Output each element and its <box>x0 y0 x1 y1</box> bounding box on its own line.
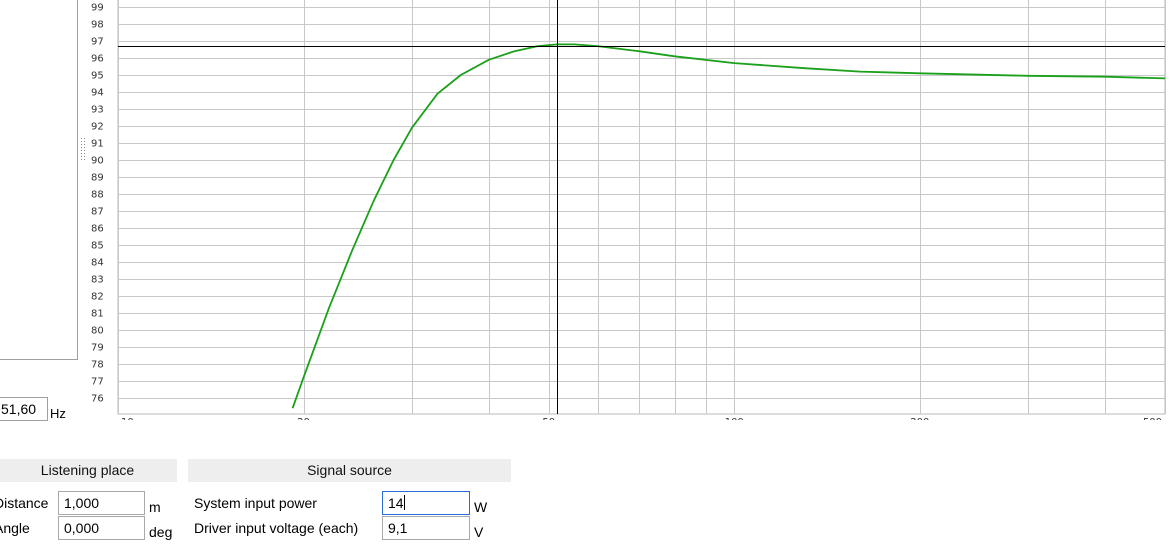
splitter-dot <box>81 156 82 157</box>
splitter-dot <box>84 144 85 145</box>
y-tick-label: 76 <box>91 394 104 405</box>
cursor-frequency-unit: Hz <box>50 406 66 421</box>
y-tick-label: 80 <box>91 326 104 337</box>
splitter-dot <box>81 141 82 142</box>
splitter-dot <box>81 147 82 148</box>
y-tick-label: 78 <box>91 360 104 371</box>
cursor-frequency-field[interactable]: 51,60 <box>0 397 48 421</box>
listening-place-header: Listening place <box>0 459 177 482</box>
plot-frame <box>117 0 1166 415</box>
system-input-power-field[interactable]: 14 <box>382 491 470 515</box>
x-tick-label: 500 <box>1143 417 1162 420</box>
distance-unit: m <box>149 499 161 515</box>
y-tick-label: 88 <box>91 190 104 201</box>
y-tick-label: 98 <box>91 20 104 31</box>
spl-curve <box>291 43 1166 409</box>
x-tick-label: 100 <box>725 417 744 420</box>
x-tick-label: 50 <box>542 417 555 420</box>
y-tick-label: 90 <box>91 156 104 167</box>
driver-input-voltage-unit: V <box>474 524 484 540</box>
y-tick-label: 83 <box>91 275 104 286</box>
angle-label: Angle <box>0 520 30 536</box>
y-tick-label: 81 <box>91 309 104 320</box>
splitter-dot <box>81 138 82 139</box>
y-tick-label: 91 <box>91 139 104 150</box>
splitter-dot <box>84 153 85 154</box>
y-tick-label: 89 <box>91 173 104 184</box>
splitter-dot <box>84 147 85 148</box>
system-input-power-label: System input power <box>194 495 317 511</box>
splitter-dot <box>81 144 82 145</box>
splitter-dots <box>81 138 85 160</box>
angle-field[interactable]: 0,000 <box>58 516 145 540</box>
splitter-dot <box>84 159 85 160</box>
distance-label: Distance <box>0 495 49 511</box>
x-tick-label: 10 <box>121 417 134 420</box>
y-tick-label: 84 <box>91 258 104 269</box>
y-tick-label: 92 <box>91 122 104 133</box>
y-tick-label: 93 <box>91 105 104 116</box>
driver-input-voltage-label: Driver input voltage (each) <box>194 520 359 536</box>
x-tick-label: 20 <box>297 417 310 420</box>
splitter-dot <box>81 159 82 160</box>
y-tick-label: 96 <box>91 54 104 65</box>
x-tick-label: 200 <box>910 417 929 420</box>
system-input-power-value: 14 <box>388 495 404 511</box>
y-tick-label: 87 <box>91 207 104 218</box>
y-tick-label: 82 <box>91 292 104 303</box>
y-tick-label: 97 <box>91 37 104 48</box>
distance-field[interactable]: 1,000 <box>58 491 145 515</box>
angle-unit: deg <box>149 524 173 540</box>
y-axis-ticks: 99 98 97 96 95 94 93 92 91 90 89 88 87 86 85 84 83 82 81 80… <box>91 3 104 405</box>
splitter-dot <box>81 153 82 154</box>
y-tick-label: 86 <box>91 224 104 235</box>
driver-input-voltage-field[interactable]: 9,1 <box>382 516 470 540</box>
y-tick-label: 77 <box>91 377 104 388</box>
spl-curve-series <box>291 43 1166 409</box>
splitter-dot <box>84 141 85 142</box>
text-caret <box>403 495 405 510</box>
signal-source-header: Signal source <box>188 459 511 482</box>
splitter-dot <box>84 156 85 157</box>
y-tick-label: 99 <box>91 3 104 14</box>
x-axis-ticks: 10 20 50 100 200 500 <box>121 417 1162 420</box>
chart-grid <box>117 0 1166 415</box>
y-tick-label: 79 <box>91 343 104 354</box>
splitter-dot <box>84 138 85 139</box>
y-tick-label: 85 <box>91 241 104 252</box>
splitter-dot <box>84 150 85 151</box>
system-input-power-unit: W <box>474 499 488 515</box>
y-tick-label: 94 <box>91 88 104 99</box>
crosshair-cursor <box>118 0 1165 414</box>
splitter-dot <box>81 150 82 151</box>
y-tick-label: 95 <box>91 71 104 82</box>
spl-chart[interactable]: 99 98 97 96 95 94 93 92 91 90 89 88 87 86 85 84 83 82 81 80… <box>0 0 1170 420</box>
